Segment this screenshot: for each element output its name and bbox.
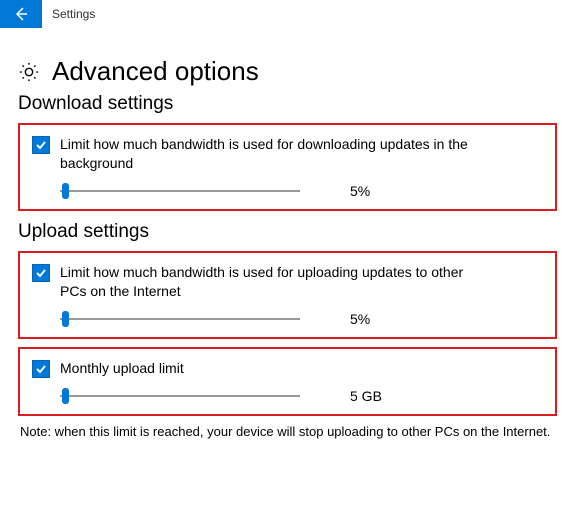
upload-limit-checkbox[interactable] [32, 264, 50, 282]
monthly-limit-checkbox[interactable] [32, 360, 50, 378]
back-arrow-icon [13, 6, 29, 22]
upload-limit-box: Limit how much bandwidth is used for upl… [18, 251, 557, 339]
monthly-slider-row: 5 GB [60, 388, 543, 404]
content-area: Advanced options Download settings Limit… [0, 28, 575, 440]
monthly-upload-slider[interactable] [60, 388, 300, 404]
page-header: Advanced options [18, 56, 557, 87]
upload-section-title: Upload settings [18, 221, 557, 243]
page-title: Advanced options [52, 56, 259, 87]
monthly-limit-note: Note: when this limit is reached, your d… [18, 424, 557, 441]
monthly-slider-value: 5 GB [350, 388, 382, 404]
download-limit-row: Limit how much bandwidth is used for dow… [32, 135, 543, 173]
monthly-limit-label: Monthly upload limit [60, 359, 184, 378]
download-bandwidth-slider[interactable] [60, 183, 300, 199]
window-title: Settings [52, 7, 95, 21]
checkmark-icon [35, 267, 47, 279]
slider-thumb [62, 311, 69, 327]
checkmark-icon [35, 139, 47, 151]
slider-track [60, 395, 300, 397]
slider-thumb [62, 183, 69, 199]
monthly-limit-row: Monthly upload limit [32, 359, 543, 378]
download-slider-row: 5% [60, 183, 543, 199]
titlebar: Settings [0, 0, 575, 28]
upload-bandwidth-slider[interactable] [60, 311, 300, 327]
monthly-limit-box: Monthly upload limit 5 GB [18, 347, 557, 416]
download-section-title: Download settings [18, 93, 557, 115]
upload-slider-value: 5% [350, 311, 370, 327]
download-slider-value: 5% [350, 183, 370, 199]
upload-limit-label: Limit how much bandwidth is used for upl… [60, 263, 490, 301]
back-button[interactable] [0, 0, 42, 28]
upload-limit-row: Limit how much bandwidth is used for upl… [32, 263, 543, 301]
checkmark-icon [35, 363, 47, 375]
gear-icon [18, 61, 40, 83]
slider-track [60, 318, 300, 320]
slider-track [60, 190, 300, 192]
download-limit-box: Limit how much bandwidth is used for dow… [18, 123, 557, 211]
slider-thumb [62, 388, 69, 404]
upload-slider-row: 5% [60, 311, 543, 327]
download-limit-label: Limit how much bandwidth is used for dow… [60, 135, 490, 173]
download-limit-checkbox[interactable] [32, 136, 50, 154]
